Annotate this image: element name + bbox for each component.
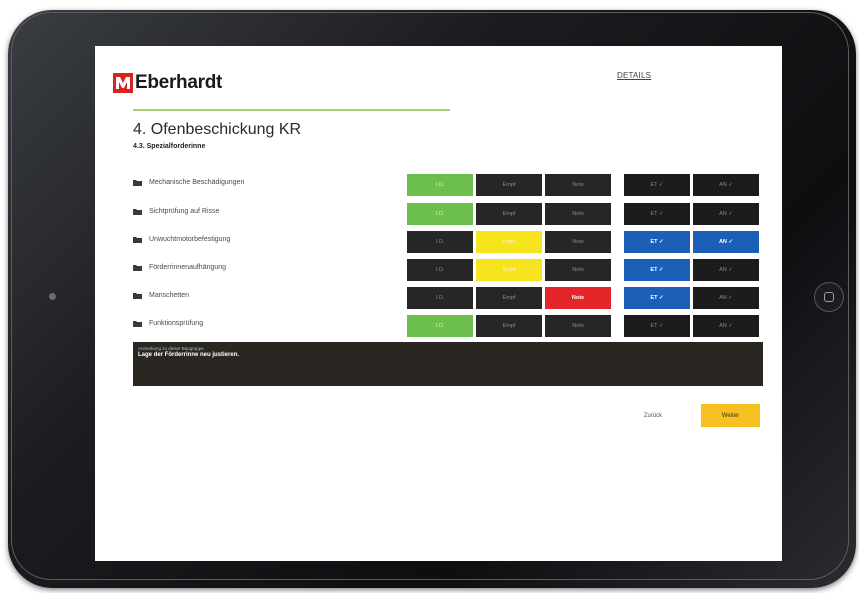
home-square-icon bbox=[824, 292, 834, 302]
details-link[interactable]: DETAILS bbox=[617, 71, 651, 80]
an-button[interactable]: AN ✓ bbox=[693, 231, 759, 253]
checklist-row: Unwuchtmotorbefestigung I.O. Empf Note E… bbox=[133, 231, 763, 253]
checklist-row: Sichtprüfung auf Risse I.O. Empf Note ET… bbox=[133, 203, 763, 225]
io-button[interactable]: I.O. bbox=[407, 231, 473, 253]
empf-button[interactable]: Empf bbox=[476, 259, 542, 281]
an-button[interactable]: AN ✓ bbox=[693, 287, 759, 309]
row-label: Mechanische Beschädigungen bbox=[149, 179, 245, 186]
row-label: Förderrinnenaufhängung bbox=[149, 264, 227, 271]
folder-icon bbox=[133, 236, 142, 243]
note-button[interactable]: Note bbox=[545, 174, 611, 196]
comment-text: Lage der Förderrinne neu justieren. bbox=[138, 352, 240, 358]
home-button[interactable] bbox=[814, 282, 844, 312]
page-subtitle: 4.3. Spezialforderinne bbox=[133, 143, 206, 150]
checklist-row: Förderrinnenaufhängung I.O. Empf Note ET… bbox=[133, 259, 763, 281]
checklist-row: Mechanische Beschädigungen I.O. Empf Not… bbox=[133, 174, 763, 196]
comment-textarea[interactable]: Anmerkung zu dieser Baugruppe Lage der F… bbox=[133, 342, 763, 386]
brand-name: Eberhardt bbox=[135, 72, 223, 93]
et-button[interactable]: ET ✓ bbox=[624, 203, 690, 225]
note-button[interactable]: Note bbox=[545, 287, 611, 309]
io-button[interactable]: I.O. bbox=[407, 259, 473, 281]
folder-icon bbox=[133, 264, 142, 271]
row-label: Manschetten bbox=[149, 292, 190, 299]
app-screen: Eberhardt DETAILS 4. Ofenbeschickung KR … bbox=[95, 46, 782, 561]
comment-label: Anmerkung zu dieser Baugruppe bbox=[138, 346, 204, 351]
note-button[interactable]: Note bbox=[545, 231, 611, 253]
et-button[interactable]: ET ✓ bbox=[624, 174, 690, 196]
empf-button[interactable]: Empf bbox=[476, 287, 542, 309]
row-label: Unwuchtmotorbefestigung bbox=[149, 236, 231, 243]
et-button[interactable]: ET ✓ bbox=[624, 259, 690, 281]
page-title: 4. Ofenbeschickung KR bbox=[133, 121, 302, 138]
et-button[interactable]: ET ✓ bbox=[624, 231, 690, 253]
empf-button[interactable]: Empf bbox=[476, 315, 542, 337]
accent-divider bbox=[133, 109, 450, 111]
note-button[interactable]: Note bbox=[545, 315, 611, 337]
et-button[interactable]: ET ✓ bbox=[624, 287, 690, 309]
checklist-row: Funktionsprüfung I.O. Empf Note ET ✓ AN … bbox=[133, 315, 763, 337]
folder-icon bbox=[133, 208, 142, 215]
note-button[interactable]: Note bbox=[545, 203, 611, 225]
checklist-row: Manschetten I.O. Empf Note ET ✓ AN ✓ bbox=[133, 287, 763, 309]
folder-icon bbox=[133, 320, 142, 327]
an-button[interactable]: AN ✓ bbox=[693, 315, 759, 337]
folder-icon bbox=[133, 179, 142, 186]
io-button[interactable]: I.O. bbox=[407, 203, 473, 225]
an-button[interactable]: AN ✓ bbox=[693, 174, 759, 196]
io-button[interactable]: I.O. bbox=[407, 174, 473, 196]
empf-button[interactable]: Empf bbox=[476, 174, 542, 196]
brand-logo: Eberhardt bbox=[113, 72, 222, 94]
back-button[interactable]: Zurück bbox=[623, 404, 683, 427]
next-button[interactable]: Weiter bbox=[701, 404, 760, 427]
an-button[interactable]: AN ✓ bbox=[693, 259, 759, 281]
camera-lens bbox=[49, 293, 56, 300]
note-button[interactable]: Note bbox=[545, 259, 611, 281]
io-button[interactable]: I.O. bbox=[407, 287, 473, 309]
et-button[interactable]: ET ✓ bbox=[624, 315, 690, 337]
empf-button[interactable]: Empf bbox=[476, 203, 542, 225]
empf-button[interactable]: Empf bbox=[476, 231, 542, 253]
io-button[interactable]: I.O. bbox=[407, 315, 473, 337]
logo-mark-icon bbox=[113, 73, 133, 93]
an-button[interactable]: AN ✓ bbox=[693, 203, 759, 225]
row-label: Sichtprüfung auf Risse bbox=[149, 208, 220, 215]
row-label: Funktionsprüfung bbox=[149, 320, 204, 327]
folder-icon bbox=[133, 292, 142, 299]
